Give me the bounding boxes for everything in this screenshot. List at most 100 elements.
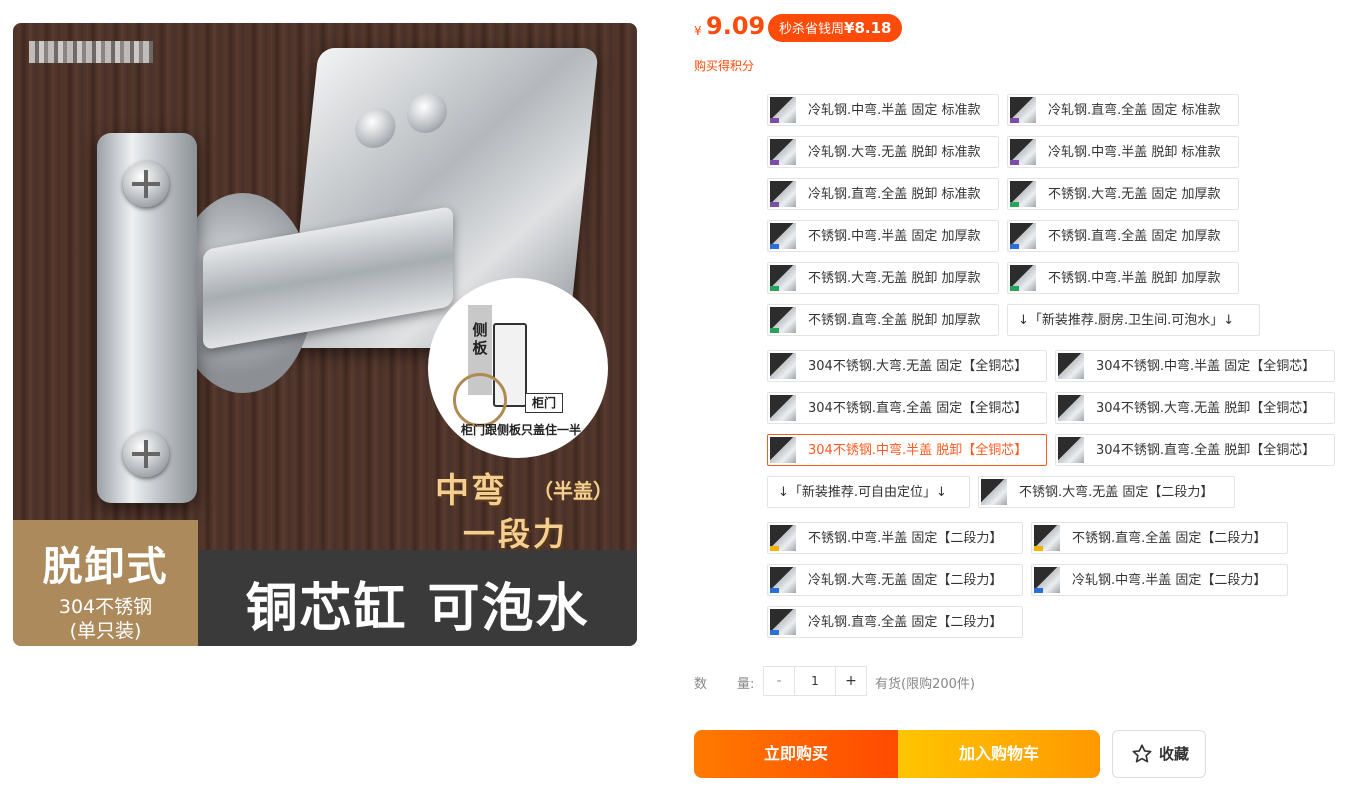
type-badge: 脱卸式 304不锈钢 (单只装) [13, 520, 198, 646]
sku-thumb [1058, 395, 1084, 421]
sku-option[interactable]: 冷轧钢.大弯.无盖 脱卸 标准款 [767, 136, 999, 168]
sku-option[interactable]: 冷轧钢.直弯.全盖 固定【二段力】 [767, 606, 1023, 638]
bend-title: 中弯 [435, 471, 507, 511]
badge-line2: 304不锈钢 [58, 596, 153, 618]
price-currency: ¥ [694, 24, 702, 38]
sku-thumb [1034, 525, 1060, 551]
sku-label: 304不锈钢.大弯.无盖 脱卸【全铜芯】 [1096, 401, 1316, 416]
sku-option[interactable]: 不锈钢.中弯.半盖 固定 加厚款 [767, 220, 999, 252]
quantity-decrease-button[interactable]: - [764, 667, 795, 695]
sku-label: 不锈钢.大弯.无盖 固定 加厚款 [1048, 187, 1221, 202]
sku-thumb [770, 525, 796, 551]
sku-option-selected[interactable]: 304不锈钢.中弯.半盖 脱卸【全铜芯】 [767, 434, 1047, 466]
screw-icon [123, 431, 169, 477]
quantity-stepper: - 1 + [763, 666, 867, 696]
sku-label: 不锈钢.大弯.无盖 脱卸 加厚款 [808, 271, 981, 286]
promo-price: ¥8.18 [844, 19, 892, 37]
badge-line3: (单只装) [69, 620, 142, 642]
sku-option[interactable]: 不锈钢.大弯.无盖 固定【二段力】 [978, 476, 1235, 508]
sku-thumb [770, 307, 796, 333]
price-value: 9.09 [706, 12, 766, 40]
sku-label: ↓「新装推荐.厨房.卫生间.可泡水」↓ [1018, 313, 1235, 328]
sku-label: 冷轧钢.中弯.半盖 固定【二段力】 [1072, 573, 1267, 588]
sku-thumb [770, 139, 796, 165]
quantity-input[interactable]: 1 [795, 667, 835, 695]
feature-banner-text: 铜芯缸 可泡水 [245, 579, 590, 639]
sku-option[interactable]: 不锈钢.直弯.全盖 脱卸 加厚款 [767, 304, 999, 336]
sku-label: 不锈钢.大弯.无盖 固定【二段力】 [1019, 485, 1214, 500]
sku-label: 冷轧钢.直弯.全盖 脱卸 标准款 [808, 187, 981, 202]
quantity-increase-button[interactable]: + [835, 667, 866, 695]
quantity-label-b: 量: [737, 677, 755, 692]
sku-option[interactable]: 冷轧钢.大弯.无盖 固定【二段力】 [767, 564, 1023, 596]
sku-thumb [1058, 353, 1084, 379]
diagram-side-label: 侧板 [472, 321, 488, 357]
sku-thumb [770, 567, 796, 593]
sku-label: 冷轧钢.中弯.半盖 固定 标准款 [808, 103, 981, 118]
sku-label: 不锈钢.直弯.全盖 固定 加厚款 [1048, 229, 1221, 244]
sku-option[interactable]: 冷轧钢.中弯.半盖 固定【二段力】 [1031, 564, 1288, 596]
sku-label: 不锈钢.直弯.全盖 脱卸 加厚款 [808, 313, 981, 328]
sku-option[interactable]: 冷轧钢.中弯.半盖 固定 标准款 [767, 94, 999, 126]
points-link[interactable]: 购买得积分 [694, 57, 754, 74]
sku-option[interactable]: 304不锈钢.大弯.无盖 固定【全铜芯】 [767, 350, 1047, 382]
sku-label: 304不锈钢.直弯.全盖 脱卸【全铜芯】 [1096, 443, 1316, 458]
sku-thumb [770, 97, 796, 123]
diagram-door-label: 柜门 [525, 393, 563, 413]
sku-thumb [981, 479, 1007, 505]
sku-label: 不锈钢.中弯.半盖 固定 加厚款 [808, 229, 981, 244]
sku-label: 304不锈钢.中弯.半盖 固定【全铜芯】 [1096, 359, 1316, 374]
favorite-label: 收藏 [1159, 745, 1190, 763]
sku-thumb [1034, 567, 1060, 593]
sku-label: 冷轧钢.中弯.半盖 脱卸 标准款 [1048, 145, 1221, 160]
sku-option[interactable]: 304不锈钢.大弯.无盖 脱卸【全铜芯】 [1055, 392, 1335, 424]
sku-label: 304不锈钢.大弯.无盖 固定【全铜芯】 [808, 359, 1028, 374]
sku-option[interactable]: 304不锈钢.直弯.全盖 脱卸【全铜芯】 [1055, 434, 1335, 466]
sku-thumb [770, 223, 796, 249]
diagram-highlight-ring [453, 373, 507, 427]
sku-option[interactable]: 304不锈钢.直弯.全盖 固定【全铜芯】 [767, 392, 1047, 424]
stage-text: 一段力 [463, 515, 569, 553]
sku-thumb [1010, 139, 1036, 165]
sku-option[interactable]: ↓「新装推荐.可自由定位」↓ [767, 476, 970, 508]
sku-label: 304不锈钢.中弯.半盖 脱卸【全铜芯】 [808, 443, 1028, 458]
sku-thumb [770, 181, 796, 207]
sku-thumb [770, 395, 796, 421]
badge-line1: 脱卸式 [42, 544, 169, 590]
sku-label: 不锈钢.中弯.半盖 固定【二段力】 [808, 531, 1003, 546]
sku-label: 不锈钢.中弯.半盖 脱卸 加厚款 [1048, 271, 1221, 286]
sku-option[interactable]: 不锈钢.直弯.全盖 固定 加厚款 [1007, 220, 1239, 252]
product-main-image[interactable]: 侧板 柜门 柜门跟侧板只盖住一半 中弯 （半盖） 一段力 脱卸式 304不锈钢 … [13, 23, 637, 646]
promo-label: 秒杀省钱周 [779, 22, 845, 37]
sku-label: 304不锈钢.直弯.全盖 固定【全铜芯】 [808, 401, 1028, 416]
sku-thumb [1010, 97, 1036, 123]
sku-option[interactable]: ↓「新装推荐.厨房.卫生间.可泡水」↓ [1007, 304, 1260, 336]
sku-thumb [1010, 223, 1036, 249]
buy-now-button[interactable]: 立即购买 [694, 730, 898, 778]
sku-option[interactable]: 不锈钢.大弯.无盖 固定 加厚款 [1007, 178, 1239, 210]
promo-badge: 秒杀省钱周¥8.18 [768, 14, 903, 42]
quantity-label: 数 量: [694, 673, 754, 692]
star-outline-icon [1132, 744, 1152, 763]
sku-label: 冷轧钢.直弯.全盖 固定【二段力】 [808, 615, 1003, 630]
sku-option[interactable]: 不锈钢.中弯.半盖 固定【二段力】 [767, 522, 1023, 554]
sku-label: 冷轧钢.大弯.无盖 脱卸 标准款 [808, 145, 981, 160]
sku-option[interactable]: 冷轧钢.中弯.半盖 脱卸 标准款 [1007, 136, 1239, 168]
sku-option[interactable]: 304不锈钢.中弯.半盖 固定【全铜芯】 [1055, 350, 1335, 382]
favorite-button[interactable]: 收藏 [1112, 730, 1206, 778]
sku-label: 冷轧钢.大弯.无盖 固定【二段力】 [808, 573, 1003, 588]
sku-label: ↓「新装推荐.可自由定位」↓ [778, 485, 947, 500]
add-to-cart-button[interactable]: 加入购物车 [898, 730, 1100, 778]
stock-status: 有货(限购200件) [875, 677, 975, 692]
sku-option[interactable]: 不锈钢.直弯.全盖 固定【二段力】 [1031, 522, 1288, 554]
sku-option[interactable]: 冷轧钢.直弯.全盖 脱卸 标准款 [767, 178, 999, 210]
quantity-label-a: 数 [694, 677, 708, 692]
sku-thumb [1058, 437, 1084, 463]
sku-option[interactable]: 冷轧钢.直弯.全盖 固定 标准款 [1007, 94, 1239, 126]
bend-subtitle: （半盖） [533, 479, 613, 503]
sku-option[interactable]: 不锈钢.中弯.半盖 脱卸 加厚款 [1007, 262, 1239, 294]
sku-label: 冷轧钢.直弯.全盖 固定 标准款 [1048, 103, 1221, 118]
sku-thumb [770, 609, 796, 635]
diagram-caption: 柜门跟侧板只盖住一半 [460, 423, 581, 437]
sku-option[interactable]: 不锈钢.大弯.无盖 脱卸 加厚款 [767, 262, 999, 294]
